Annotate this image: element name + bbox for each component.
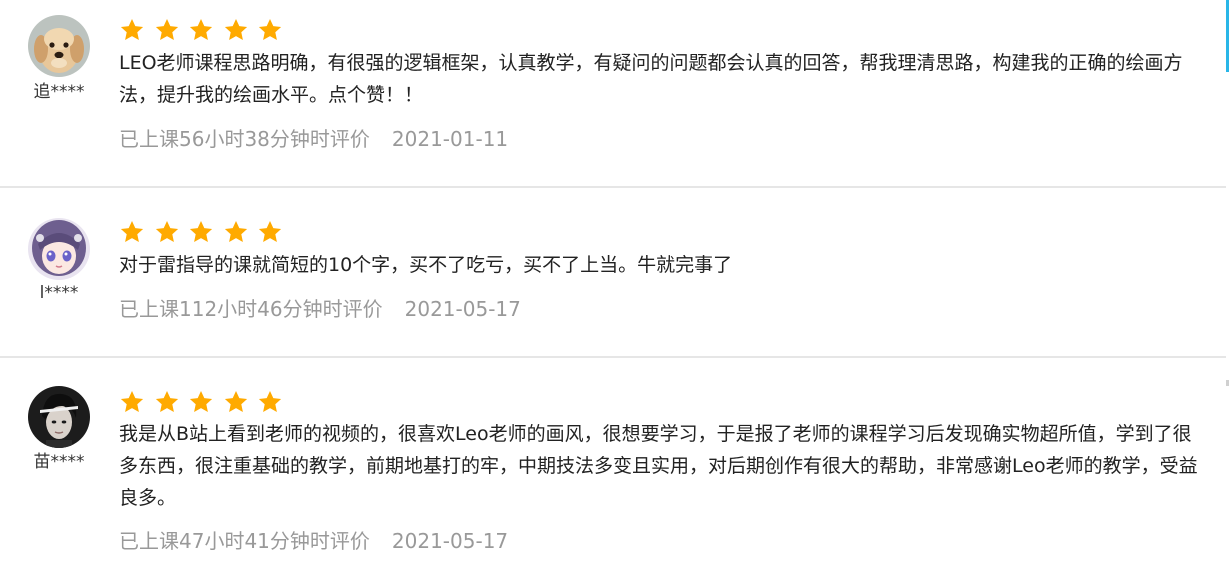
star-icon	[257, 219, 283, 245]
review-date: 2021-05-17	[391, 529, 509, 553]
star-icon	[119, 389, 145, 415]
username: 苗****	[33, 452, 85, 472]
review-meta: 已上课56小时38分钟时评价 2021-01-11	[119, 127, 508, 151]
star-icon	[223, 389, 249, 415]
star-icon	[119, 219, 145, 245]
study-time: 已上课56小时38分钟时评价	[119, 127, 370, 151]
review-comment: LEO老师课程思路明确，有很强的逻辑框架，认真教学，有疑问的问题都会认真的回答，…	[119, 52, 1183, 106]
star-icon	[223, 219, 249, 245]
anime-girl-avatar-icon	[28, 218, 90, 280]
star-icon	[257, 389, 283, 415]
star-icon	[223, 17, 249, 43]
user-avatar[interactable]	[28, 15, 90, 77]
rating-stars	[119, 389, 292, 415]
username: l****	[39, 283, 79, 303]
star-icon	[257, 17, 283, 43]
review-item: 苗**** 我是从B站上看到老师的视频的，很喜欢Leo老师的画风，很想要学习，于…	[0, 358, 1226, 574]
star-icon	[154, 389, 180, 415]
review-date: 2021-05-17	[404, 297, 521, 321]
review-item: 追**** LEO老师课程思路明确，有很强的逻辑框架，认真教学，有疑问的问题都会…	[0, 0, 1226, 186]
rating-stars	[119, 219, 292, 245]
review-meta: 已上课112小时46分钟时评价 2021-05-17	[119, 297, 521, 321]
study-time: 已上课112小时46分钟时评价	[119, 297, 383, 321]
review-comment: 我是从B站上看到老师的视频的，很喜欢Leo老师的画风，很想要学习，于是报了老师的…	[119, 423, 1198, 509]
star-icon	[154, 219, 180, 245]
user-avatar[interactable]	[28, 218, 90, 280]
review-date: 2021-01-11	[391, 127, 509, 151]
rating-stars	[119, 17, 292, 43]
star-icon	[188, 17, 214, 43]
study-time: 已上课47小时41分钟时评价	[119, 529, 370, 553]
star-icon	[188, 389, 214, 415]
review-comment: 对于雷指导的课就简短的10个字，买不了吃亏，买不了上当。牛就完事了	[119, 254, 733, 276]
star-icon	[119, 17, 145, 43]
review-list: 追**** LEO老师课程思路明确，有很强的逻辑框架，认真教学，有疑问的问题都会…	[0, 0, 1229, 574]
review-meta: 已上课47小时41分钟时评价 2021-05-17	[119, 529, 508, 553]
username: 追****	[33, 82, 85, 102]
review-item: l**** 对于雷指导的课就简短的10个字，买不了吃亏，买不了上当。牛就完事了 …	[0, 188, 1226, 356]
star-icon	[188, 219, 214, 245]
user-avatar[interactable]	[28, 386, 90, 448]
puppy-avatar-icon	[28, 15, 90, 77]
star-icon	[154, 17, 180, 43]
dark-portrait-avatar-icon	[28, 386, 90, 448]
